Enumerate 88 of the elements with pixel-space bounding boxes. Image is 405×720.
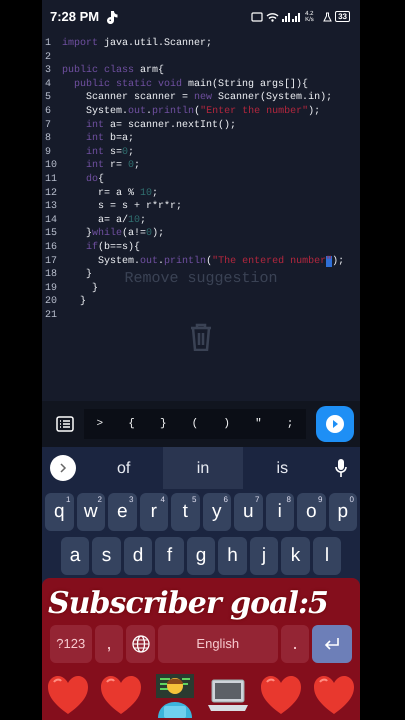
globe-key[interactable] (126, 625, 155, 663)
line-number: 1 (44, 37, 52, 51)
status-time: 7:28 PM (50, 8, 100, 26)
code-line: System.out.println("The entered number"); (97, 254, 344, 268)
code-line: Scanner scanner = new Scanner(System.in); (85, 91, 332, 105)
chevron-icon (59, 463, 67, 473)
line-number: 17 (44, 254, 58, 268)
heart-icon (46, 674, 90, 716)
battery: 33 (335, 11, 350, 22)
line-number: 4 (44, 78, 52, 92)
line-number: 19 (44, 282, 58, 296)
symbol-key[interactable]: ) (223, 416, 230, 432)
key[interactable]: l (312, 537, 342, 575)
flask-icon (323, 12, 332, 22)
globe-icon (130, 634, 150, 654)
suggestion[interactable]: of (84, 447, 164, 489)
key[interactable]: t 5 (171, 493, 200, 531)
key[interactable]: i 8 (266, 493, 294, 531)
line-number: 2 (44, 50, 52, 64)
code-line: import java.util.Scanner; (62, 37, 212, 51)
microphone-icon[interactable] (334, 458, 348, 478)
line-number: 16 (44, 240, 58, 254)
play-icon (325, 414, 345, 434)
trash-icon (189, 322, 213, 351)
code-line: int s=0; (85, 146, 134, 160)
line-number: 13 (44, 200, 58, 214)
line-number: 11 (44, 172, 58, 187)
line-number: 20 (44, 295, 58, 309)
key[interactable]: . (280, 625, 310, 663)
line-number: 15 (44, 227, 58, 241)
music-note-icon (104, 10, 118, 24)
code-line: int a= scanner.nextInt(); (85, 118, 236, 132)
heart-icon (259, 674, 304, 716)
code-line: do{ (85, 172, 104, 187)
code-line: int b=a; (85, 132, 134, 146)
heart-icon (98, 674, 143, 716)
code-line: } (91, 282, 98, 296)
line-number: 8 (44, 132, 52, 146)
wifi-icon (266, 12, 280, 22)
code-line: int r= 0; (85, 159, 140, 173)
code-line: } (79, 295, 86, 309)
key[interactable]: s (92, 537, 121, 575)
symbol-key[interactable]: > (96, 416, 104, 432)
heart-icon (312, 674, 356, 716)
code-line: if(b==s){ (85, 240, 140, 254)
code-line: public static void main(String args[]){ (73, 78, 308, 92)
key[interactable]: f (155, 537, 184, 575)
line-number: 21 (44, 308, 58, 322)
suggestion[interactable]: is (242, 447, 322, 489)
laptop-icon (206, 677, 250, 713)
suggestion[interactable]: in (163, 447, 243, 489)
line-number: 12 (44, 186, 58, 200)
cast-icon (251, 12, 264, 22)
line-number: 18 (44, 268, 58, 282)
line-number: 5 (44, 91, 52, 105)
line-number: 7 (44, 118, 52, 132)
symbols-key[interactable]: ?123 (50, 625, 92, 663)
code-line: s = s + r*r*r; (97, 200, 182, 214)
run-button[interactable] (316, 406, 354, 442)
key[interactable]: g (186, 537, 216, 575)
code-line: r= a % 10; (97, 186, 158, 200)
symbol-key[interactable]: { (128, 416, 135, 432)
expand-button[interactable] (50, 455, 76, 481)
line-number: 9 (44, 146, 52, 160)
symbol-key[interactable]: ( (192, 416, 198, 432)
list-icon[interactable] (56, 416, 74, 432)
code-line: }while(a!=0); (85, 227, 164, 241)
code-line: } (85, 268, 92, 282)
line-number: 10 (44, 159, 58, 173)
symbol-key[interactable]: } (160, 416, 167, 432)
banner-title: Subscriber goal:5 (48, 586, 328, 622)
signal-icon (281, 12, 302, 22)
key[interactable]: k (281, 537, 310, 575)
code-line: a= a/10; (97, 214, 146, 228)
symbol-key[interactable]: " (255, 416, 262, 432)
line-number: 6 (44, 104, 52, 119)
code-line: System.out.println("Enter the number"); (85, 104, 320, 119)
key[interactable]: h (218, 537, 247, 575)
space-key[interactable]: English (158, 625, 278, 663)
key[interactable]: d (124, 537, 152, 575)
line-number: 14 (44, 214, 58, 228)
enter-key[interactable] (312, 625, 352, 663)
key[interactable]: a (60, 537, 90, 575)
code-line: public class arm{ (62, 64, 164, 78)
line-number: 3 (44, 64, 52, 78)
symbol-key[interactable]: ; (286, 416, 294, 432)
key[interactable]: j (250, 537, 278, 575)
key[interactable]: , (94, 625, 124, 663)
